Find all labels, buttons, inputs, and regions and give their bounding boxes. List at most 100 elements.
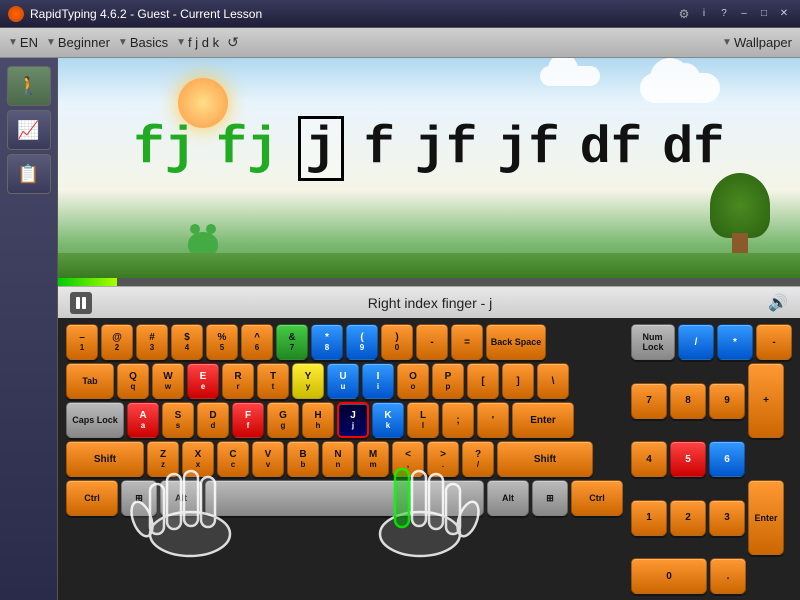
- key-at[interactable]: @2: [101, 324, 133, 360]
- volume-icon[interactable]: 🔊: [768, 293, 788, 313]
- key-num-plus[interactable]: +: [748, 363, 784, 438]
- key-shift-left[interactable]: Shift: [66, 441, 144, 477]
- key-g[interactable]: Gg: [267, 402, 299, 438]
- key-ampersand[interactable]: &7: [276, 324, 308, 360]
- key-ctrl-right[interactable]: Ctrl: [571, 480, 623, 516]
- key-c[interactable]: Cc: [217, 441, 249, 477]
- key-w[interactable]: Ww: [152, 363, 184, 399]
- key-win-left[interactable]: ⊞: [121, 480, 157, 516]
- key-f[interactable]: Ff: [232, 402, 264, 438]
- info-icon[interactable]: i: [696, 7, 712, 21]
- help-icon[interactable]: ?: [716, 7, 732, 21]
- key-e[interactable]: Ee: [187, 363, 219, 399]
- key-asterisk[interactable]: *8: [311, 324, 343, 360]
- key-num-asterisk[interactable]: *: [717, 324, 753, 360]
- key-j-highlight[interactable]: Jj: [337, 402, 369, 438]
- key-b[interactable]: Bb: [287, 441, 319, 477]
- key-h[interactable]: Hh: [302, 402, 334, 438]
- key-num-7[interactable]: 7: [631, 383, 667, 419]
- key-t[interactable]: Tt: [257, 363, 289, 399]
- key-num-slash[interactable]: /: [678, 324, 714, 360]
- key-hash[interactable]: #3: [136, 324, 168, 360]
- key-rbracket[interactable]: ]: [502, 363, 534, 399]
- pause-button[interactable]: [70, 292, 92, 314]
- cloud-decoration-2: [540, 66, 600, 86]
- key-p[interactable]: Pp: [432, 363, 464, 399]
- keyboard-row-asdf: Caps Lock Aa Ss Dd Ff Gg Hh Jj Kk Ll ; '…: [66, 402, 623, 438]
- key-underscore[interactable]: -: [416, 324, 448, 360]
- key-num-1[interactable]: 1: [631, 500, 667, 536]
- key-num-8[interactable]: 8: [670, 383, 706, 419]
- key-num-0[interactable]: 0: [631, 558, 707, 594]
- key-tab[interactable]: Tab: [66, 363, 114, 399]
- key-num-enter[interactable]: Enter: [748, 480, 784, 555]
- key-s[interactable]: Ss: [162, 402, 194, 438]
- key-win-right[interactable]: ⊞: [532, 480, 568, 516]
- minimize-button[interactable]: –: [736, 7, 752, 21]
- key-num-4[interactable]: 4: [631, 441, 667, 477]
- maximize-button[interactable]: □: [756, 7, 772, 21]
- key-u[interactable]: Uu: [327, 363, 359, 399]
- key-slash[interactable]: ?/: [462, 441, 494, 477]
- course-selector[interactable]: ▼ Basics: [118, 35, 168, 50]
- key-y[interactable]: Yy: [292, 363, 324, 399]
- finger-hint: Right index finger - j: [100, 295, 760, 311]
- key-comma[interactable]: <,: [392, 441, 424, 477]
- key-backslash[interactable]: \: [537, 363, 569, 399]
- language-selector[interactable]: ▼ EN: [8, 35, 38, 50]
- wallpaper-selector[interactable]: ▼ Wallpaper: [722, 35, 792, 50]
- key-space[interactable]: [205, 480, 484, 516]
- key-q[interactable]: Qq: [117, 363, 149, 399]
- sidebar-courses-button[interactable]: 📋: [7, 154, 51, 194]
- key-k[interactable]: Kk: [372, 402, 404, 438]
- sidebar-stats-button[interactable]: 📈: [7, 110, 51, 150]
- sidebar-lesson-button[interactable]: 🚶: [7, 66, 51, 106]
- key-num-minus[interactable]: -: [756, 324, 792, 360]
- key-period[interactable]: >.: [427, 441, 459, 477]
- key-v[interactable]: Vv: [252, 441, 284, 477]
- close-button[interactable]: ✕: [776, 7, 792, 21]
- key-num-3[interactable]: 3: [709, 500, 745, 536]
- key-backspace[interactable]: Back Space: [486, 324, 546, 360]
- key-d[interactable]: Dd: [197, 402, 229, 438]
- key-num-9[interactable]: 9: [709, 383, 745, 419]
- key-percent[interactable]: %5: [206, 324, 238, 360]
- key-equal[interactable]: =: [451, 324, 483, 360]
- settings-icon[interactable]: ⚙: [676, 7, 692, 21]
- key-alt-left[interactable]: Alt: [160, 480, 202, 516]
- key-num-6[interactable]: 6: [709, 441, 745, 477]
- key-dollar[interactable]: $4: [171, 324, 203, 360]
- key-r[interactable]: Rr: [222, 363, 254, 399]
- key-ctrl-left[interactable]: Ctrl: [66, 480, 118, 516]
- key-quote[interactable]: ': [477, 402, 509, 438]
- key-alt-right[interactable]: Alt: [487, 480, 529, 516]
- key-enter[interactable]: Enter: [512, 402, 574, 438]
- key-x[interactable]: Xx: [182, 441, 214, 477]
- key-i[interactable]: Ii: [362, 363, 394, 399]
- tree-decoration: [710, 178, 770, 258]
- key-lparen[interactable]: (9: [346, 324, 378, 360]
- tree-top: [710, 173, 770, 238]
- key-semicolon[interactable]: ;: [442, 402, 474, 438]
- key-n[interactable]: Nn: [322, 441, 354, 477]
- key-o[interactable]: Oo: [397, 363, 429, 399]
- lesson-selector[interactable]: ▼ f j d k: [176, 35, 219, 50]
- key-lbracket[interactable]: [: [467, 363, 499, 399]
- key-shift-right[interactable]: Shift: [497, 441, 593, 477]
- key-z[interactable]: Zz: [147, 441, 179, 477]
- char-df-2: df: [662, 119, 724, 178]
- key-num-2[interactable]: 2: [670, 500, 706, 536]
- key-l[interactable]: Ll: [407, 402, 439, 438]
- key-num-5[interactable]: 5: [670, 441, 706, 477]
- key-caps-lock[interactable]: Caps Lock: [66, 402, 124, 438]
- key-m[interactable]: Mm: [357, 441, 389, 477]
- key-a[interactable]: Aa: [127, 402, 159, 438]
- key-numlock[interactable]: NumLock: [631, 324, 675, 360]
- refresh-button[interactable]: ↺: [227, 34, 239, 51]
- key-rparen[interactable]: )0: [381, 324, 413, 360]
- key-minus[interactable]: –1: [66, 324, 98, 360]
- status-bar: Right index finger - j 🔊: [58, 286, 800, 318]
- key-caret[interactable]: ^6: [241, 324, 273, 360]
- key-num-dot[interactable]: .: [710, 558, 746, 594]
- level-selector[interactable]: ▼ Beginner: [46, 35, 110, 50]
